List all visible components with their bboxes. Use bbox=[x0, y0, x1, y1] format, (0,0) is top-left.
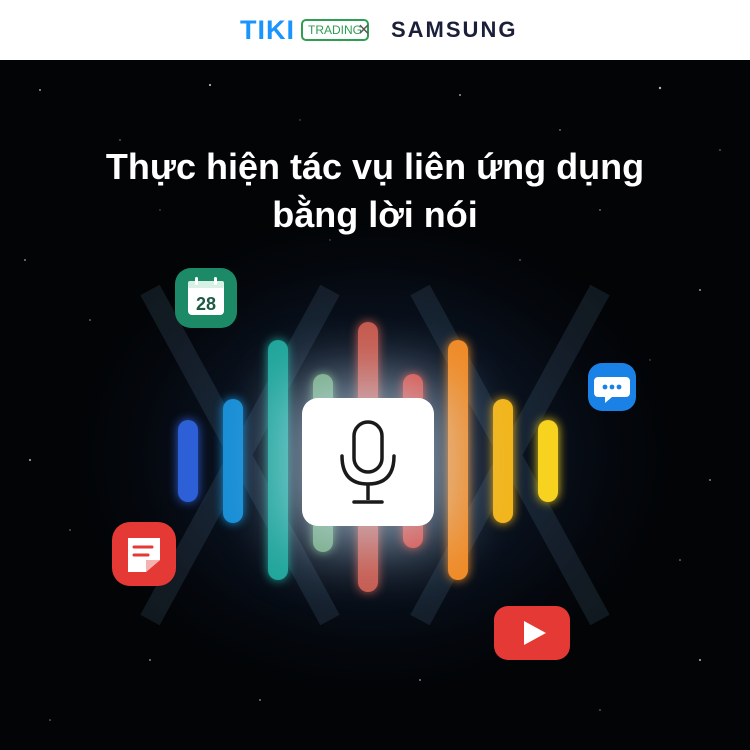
play-icon bbox=[494, 606, 570, 660]
voice-bar-7 bbox=[448, 340, 468, 580]
separator-symbol: × bbox=[358, 18, 370, 41]
promo-page: TIKI TRADING × SAMSUNG Thực hiện tác vụ … bbox=[0, 0, 750, 750]
chat-icon bbox=[588, 363, 636, 411]
headline-line-1: Thực hiện tác vụ liên ứng dụng bbox=[105, 146, 645, 187]
samsung-logo[interactable]: SAMSUNG bbox=[391, 0, 517, 60]
headline-line-2: bằng lời nói bbox=[272, 194, 478, 235]
voice-bar-9 bbox=[538, 420, 558, 502]
tiki-logo[interactable]: TIKI TRADING bbox=[240, 0, 369, 60]
microphone-icon bbox=[340, 420, 396, 504]
notes-app-icon[interactable] bbox=[112, 522, 176, 586]
collab-separator: × bbox=[358, 0, 370, 60]
voice-bar-1 bbox=[178, 420, 198, 502]
voice-command-button[interactable] bbox=[302, 398, 434, 526]
messages-app-icon[interactable] bbox=[588, 363, 636, 411]
youtube-app-icon[interactable] bbox=[494, 606, 570, 660]
calendar-app-icon[interactable]: 28 bbox=[175, 268, 237, 328]
calendar-day-number: 28 bbox=[195, 294, 217, 314]
samsung-wordmark: SAMSUNG bbox=[391, 17, 518, 42]
hero-stage: Thực hiện tác vụ liên ứng dụng bằng lời … bbox=[0, 60, 750, 750]
voice-bar-8 bbox=[493, 399, 513, 523]
notes-icon bbox=[112, 522, 176, 586]
tiki-wordmark: TIKI bbox=[240, 14, 295, 45]
brand-header: TIKI TRADING × SAMSUNG bbox=[0, 0, 750, 60]
voice-bar-2 bbox=[223, 399, 243, 523]
voice-bar-3 bbox=[268, 340, 288, 580]
